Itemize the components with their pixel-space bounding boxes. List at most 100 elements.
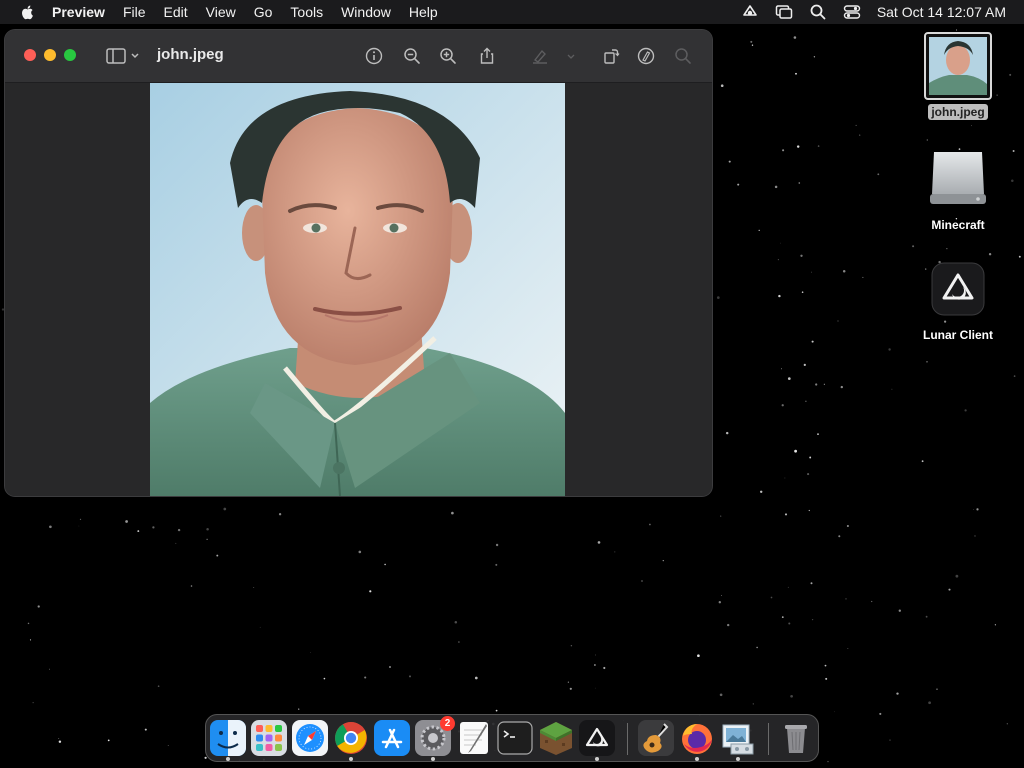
notification-badge: 2 [440, 716, 455, 731]
star [877, 173, 880, 176]
star [206, 528, 209, 531]
star [649, 523, 651, 526]
star [720, 84, 724, 88]
menu-bar-clock[interactable]: Sat Oct 14 12:07 AM [877, 4, 1006, 20]
markup-button[interactable] [634, 44, 658, 68]
dock-system-settings-icon[interactable]: 2 [415, 716, 455, 761]
star [790, 694, 793, 698]
sidebar-toggle-button[interactable] [104, 44, 144, 68]
image-canvas[interactable] [5, 83, 712, 496]
desktop-icon-john-jpeg[interactable]: john.jpeg [913, 32, 1003, 121]
star [955, 574, 959, 578]
dock-terminal-icon[interactable] [497, 720, 533, 756]
star [825, 677, 828, 680]
star [310, 652, 312, 653]
star [137, 530, 140, 533]
star [823, 383, 825, 385]
portrait-photo[interactable] [150, 83, 565, 496]
star [970, 125, 972, 127]
star [451, 511, 454, 515]
dock-launchpad-icon[interactable] [251, 720, 287, 756]
dock-finder-icon[interactable] [210, 720, 246, 761]
star [32, 702, 34, 704]
markup-pen-icon [637, 47, 655, 65]
menu-file[interactable]: File [123, 4, 146, 20]
zoom-in-button[interactable] [436, 44, 460, 68]
dock-garageband-icon[interactable] [638, 720, 674, 756]
star [594, 687, 596, 689]
star [782, 149, 785, 152]
desktop-icon-minecraft-drive[interactable]: Minecraft [913, 146, 1003, 234]
star [157, 685, 160, 688]
star [458, 641, 460, 643]
star [1, 308, 5, 311]
window-close-button[interactable] [24, 49, 36, 61]
star [809, 456, 812, 459]
window-minimize-button[interactable] [44, 49, 56, 61]
highlight-options-button[interactable] [565, 44, 577, 68]
star [58, 737, 60, 739]
dock-lunar-client-icon[interactable] [579, 720, 615, 761]
control-center-icon[interactable] [843, 3, 861, 21]
lunar-client-status-icon[interactable] [741, 3, 759, 21]
window-title: john.jpeg [157, 46, 224, 63]
dock-app-store-icon[interactable] [374, 720, 410, 756]
star [795, 72, 797, 75]
star [811, 340, 814, 343]
star [912, 245, 915, 248]
external-drive-icon [930, 152, 986, 204]
star [793, 36, 797, 39]
star [973, 509, 974, 510]
star [988, 253, 992, 256]
star [727, 623, 730, 627]
apple-logo-icon[interactable] [20, 4, 36, 20]
rotate-icon [604, 49, 620, 64]
star [926, 360, 928, 363]
dock-trash-icon[interactable] [778, 720, 814, 756]
star [798, 182, 801, 184]
share-button[interactable] [475, 44, 499, 68]
menu-go[interactable]: Go [254, 4, 273, 20]
star [384, 563, 386, 566]
menu-app-name[interactable]: Preview [52, 4, 105, 20]
star [827, 760, 829, 763]
star [928, 701, 931, 705]
star [808, 509, 810, 512]
dock-minecraft-icon[interactable] [538, 720, 574, 756]
dock-firefox-icon[interactable] [679, 720, 715, 761]
star [278, 513, 282, 516]
highlight-button[interactable] [528, 44, 552, 68]
rotate-button[interactable] [599, 44, 623, 68]
star [259, 626, 261, 628]
zoom-out-button[interactable] [400, 44, 424, 68]
star [728, 160, 731, 163]
menu-tools[interactable]: Tools [290, 4, 323, 20]
dock-textedit-icon[interactable] [456, 720, 492, 756]
window-zoom-button[interactable] [64, 49, 76, 61]
star [888, 348, 891, 351]
star [788, 622, 791, 625]
spotlight-search-icon[interactable] [809, 3, 827, 21]
window-titlebar[interactable]: john.jpeg [5, 30, 712, 83]
menu-help[interactable]: Help [409, 4, 438, 20]
dock-safari-icon[interactable] [292, 720, 328, 756]
star [369, 590, 372, 593]
info-button[interactable] [362, 44, 386, 68]
star [27, 622, 30, 625]
menu-window[interactable]: Window [341, 4, 391, 20]
star [777, 259, 779, 261]
star [847, 648, 849, 649]
menu-edit[interactable]: Edit [164, 4, 188, 20]
screen-mirroring-icon[interactable] [775, 3, 793, 21]
star [926, 139, 928, 141]
dock-chrome-icon[interactable] [333, 720, 369, 761]
search-button[interactable] [671, 44, 695, 68]
star [358, 550, 362, 554]
star [784, 477, 786, 479]
star [298, 708, 300, 710]
desktop-icon-lunar-client[interactable]: Lunar Client [913, 262, 1003, 344]
star [838, 535, 841, 538]
dock-preview-icon[interactable] [720, 720, 756, 761]
star [994, 624, 997, 626]
menu-view[interactable]: View [206, 4, 236, 20]
